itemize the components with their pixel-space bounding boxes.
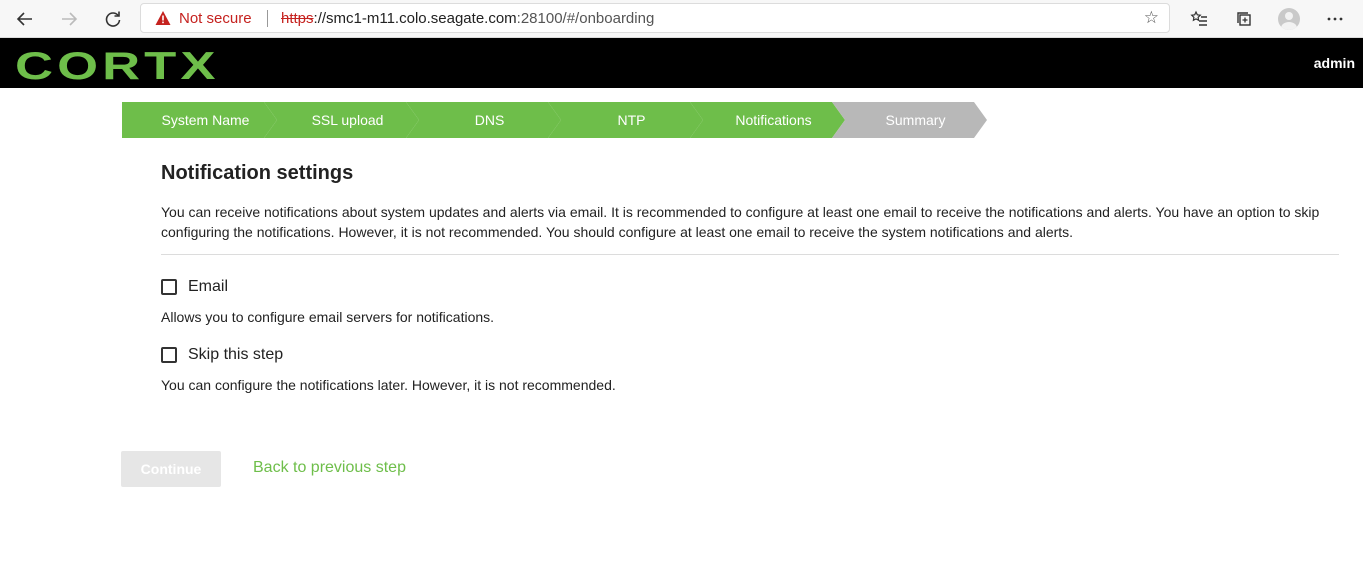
warning-icon	[155, 11, 171, 25]
continue-button[interactable]: Continue	[121, 451, 221, 487]
step-label: SSL upload	[311, 112, 384, 128]
skip-checkbox[interactable]	[161, 347, 177, 363]
step-dns[interactable]: DNS	[406, 102, 561, 138]
step-system-name[interactable]: System Name	[122, 102, 277, 138]
step-label: DNS	[474, 112, 505, 128]
url-host: ://smc1-m11.colo.seagate.com	[313, 10, 517, 27]
step-ntp[interactable]: NTP	[548, 102, 703, 138]
collections-icon[interactable]	[1232, 7, 1256, 31]
url-scheme: https	[281, 10, 314, 27]
browser-toolbar: Not secure https://smc1-m11.colo.seagate…	[0, 0, 1363, 38]
forward-arrow-icon[interactable]	[57, 7, 81, 31]
step-label: Summary	[885, 112, 946, 128]
step-notifications[interactable]: Notifications	[690, 102, 845, 138]
app-header: CORTX admin	[0, 38, 1363, 88]
email-option-hint: Allows you to configure email servers fo…	[161, 309, 495, 325]
email-checkbox[interactable]	[161, 279, 177, 295]
user-menu[interactable]: admin	[1314, 55, 1355, 71]
address-bar[interactable]: Not secure https://smc1-m11.colo.seagate…	[140, 3, 1170, 33]
refresh-icon[interactable]	[101, 7, 125, 31]
cortx-logo[interactable]: CORTX	[15, 47, 220, 86]
skip-option-label[interactable]: Skip this step	[188, 346, 283, 364]
onboarding-stepper: System Name SSL upload DNS NTP Notificat…	[122, 102, 992, 138]
skip-option-hint: You can configure the notifications late…	[161, 377, 616, 393]
address-divider	[267, 10, 268, 27]
url-path: :28100/#/onboarding	[516, 10, 655, 27]
skip-option[interactable]: Skip this step	[161, 346, 283, 364]
step-label: NTP	[617, 112, 646, 128]
star-icon[interactable]: ☆	[1144, 8, 1159, 28]
favorites-icon[interactable]	[1187, 7, 1211, 31]
url-text[interactable]: https://smc1-m11.colo.seagate.com:28100/…	[281, 10, 654, 27]
profile-icon[interactable]	[1278, 8, 1300, 30]
back-arrow-icon[interactable]	[13, 7, 37, 31]
step-summary[interactable]: Summary	[832, 102, 987, 138]
page-title: Notification settings	[161, 162, 354, 184]
step-ssl-upload[interactable]: SSL upload	[264, 102, 419, 138]
divider	[161, 254, 1339, 255]
page-description: You can receive notifications about syst…	[161, 204, 1320, 240]
security-status[interactable]: Not secure	[179, 10, 252, 27]
step-label: System Name	[161, 112, 250, 128]
back-to-previous-step-link[interactable]: Back to previous step	[253, 459, 406, 477]
more-icon[interactable]	[1323, 7, 1347, 31]
step-label: Notifications	[735, 112, 812, 128]
email-option-label[interactable]: Email	[188, 278, 228, 296]
email-option[interactable]: Email	[161, 278, 228, 296]
